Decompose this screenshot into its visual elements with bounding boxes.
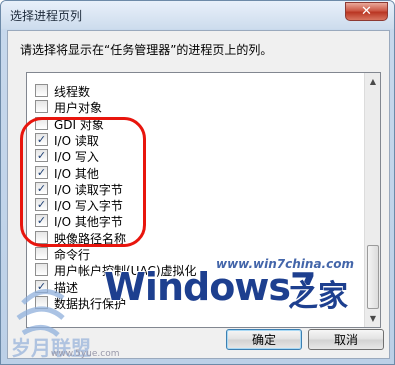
list-item[interactable]: 用户帐户控制(UAC)虚拟化: [27, 260, 366, 278]
list-item-label: 数据执行保护: [54, 296, 127, 311]
check-mark-icon: ✓: [36, 149, 47, 163]
close-icon: ✕: [361, 4, 372, 19]
check-mark-icon: ✓: [36, 181, 47, 195]
vertical-scrollbar[interactable]: ▲ ▼: [364, 73, 380, 327]
checkbox-unchecked[interactable]: [35, 247, 48, 260]
checkbox-checked[interactable]: ✓: [35, 198, 48, 212]
checkbox-unchecked[interactable]: [35, 230, 48, 244]
checkbox-checked[interactable]: ✓: [35, 181, 48, 195]
list-item[interactable]: 命令行: [27, 244, 366, 262]
check-mark-icon: ✓: [36, 165, 47, 179]
checkbox-unchecked[interactable]: [35, 116, 48, 130]
list-item[interactable]: 映像路径名称: [27, 228, 366, 246]
scroll-thumb[interactable]: [367, 245, 379, 309]
close-button[interactable]: ✕: [345, 2, 388, 21]
checkbox-unchecked[interactable]: [35, 100, 48, 114]
scroll-up-arrow-icon[interactable]: ▲: [365, 73, 380, 90]
checkbox-checked[interactable]: ✓: [35, 279, 48, 293]
list-item[interactable]: 数据执行保护: [27, 293, 366, 311]
check-mark-icon: ✓: [36, 214, 47, 228]
checkbox-unchecked[interactable]: [35, 263, 48, 277]
list-item[interactable]: ✓ I/O 写入字节: [27, 195, 366, 213]
dialog-body: 请选择将显示在“任务管理器”的进程页上的列。 线程数 用户对象 GDI 对象 ✓ I/O…: [7, 30, 390, 359]
list-item[interactable]: ✓ I/O 其他: [27, 163, 366, 181]
checkbox-checked[interactable]: ✓: [35, 214, 48, 228]
title-bar[interactable]: 选择进程页列 ✕: [1, 1, 394, 29]
list-item[interactable]: GDI 对象: [27, 114, 366, 132]
cancel-button[interactable]: 取消: [308, 329, 384, 350]
list-item[interactable]: 用户对象: [27, 97, 366, 115]
list-item[interactable]: ✓ I/O 其他字节: [27, 211, 366, 229]
scroll-down-arrow-icon[interactable]: ▼: [365, 310, 380, 327]
window-title: 选择进程页列: [10, 9, 83, 23]
checkbox-checked[interactable]: ✓: [35, 165, 48, 179]
list-item[interactable]: ✓ 描述: [27, 277, 366, 295]
list-item[interactable]: 线程数: [27, 81, 366, 99]
checkbox-unchecked[interactable]: [35, 295, 48, 309]
column-list[interactable]: 线程数 用户对象 GDI 对象 ✓ I/O 读取 ✓ I/O 写入 ✓ I/O 其他 ✓ I/O 读…: [26, 72, 381, 328]
checkbox-unchecked[interactable]: [35, 84, 48, 97]
check-mark-icon: ✓: [36, 279, 47, 293]
list-item[interactable]: ✓ I/O 读取: [27, 130, 366, 148]
dialog-window: 选择进程页列 ✕ 请选择将显示在“任务管理器”的进程页上的列。 线程数 用户对象 G…: [0, 0, 395, 365]
checkbox-checked[interactable]: ✓: [35, 149, 48, 163]
list-item[interactable]: ✓ I/O 写入: [27, 146, 366, 164]
check-mark-icon: ✓: [36, 132, 47, 146]
ok-button[interactable]: 确定: [226, 329, 302, 350]
checkbox-checked[interactable]: ✓: [35, 132, 48, 146]
check-mark-icon: ✓: [36, 198, 47, 212]
instruction-text: 请选择将显示在“任务管理器”的进程页上的列。: [20, 43, 273, 57]
list-item[interactable]: ✓ I/O 读取字节: [27, 179, 366, 197]
